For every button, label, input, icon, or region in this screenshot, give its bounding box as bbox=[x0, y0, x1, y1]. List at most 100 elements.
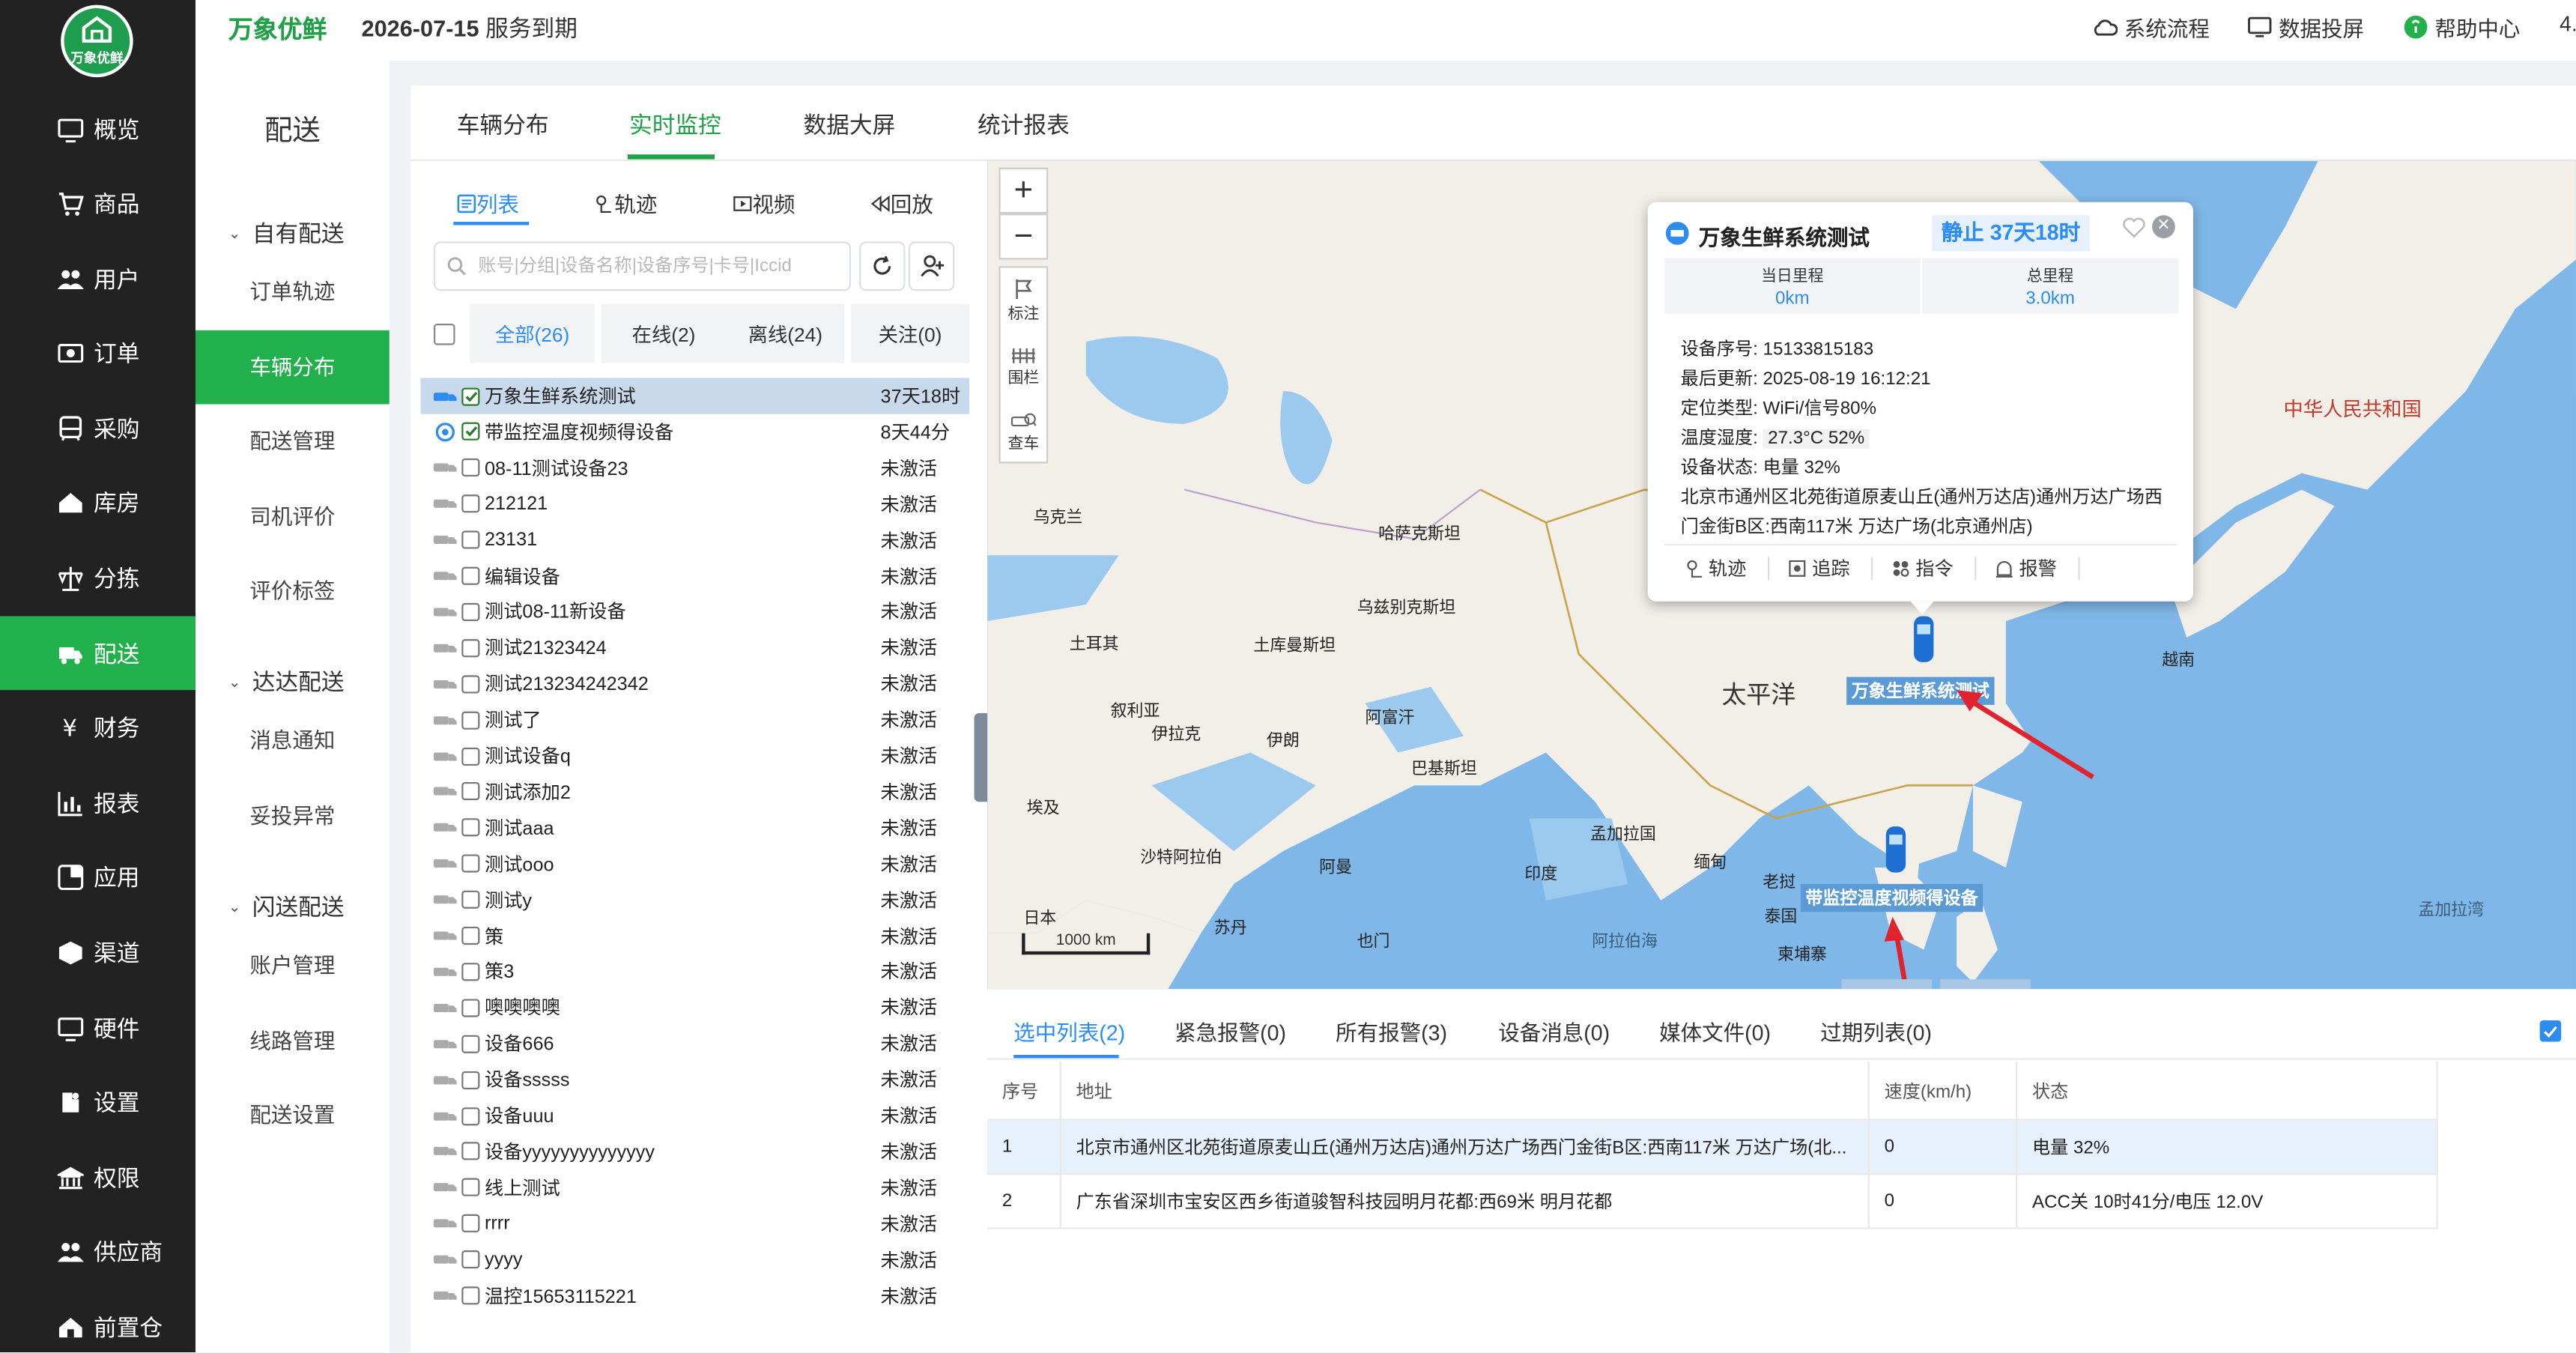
nav-item[interactable]: 用户 bbox=[0, 241, 196, 315]
device-row[interactable]: 万象生鲜系统测试 37天18时 bbox=[420, 378, 969, 414]
nav-item[interactable]: 分拣 bbox=[0, 541, 196, 615]
nav-item[interactable]: 配送 bbox=[0, 616, 196, 691]
btab-media-files[interactable]: 媒体文件(0) bbox=[1659, 1015, 1771, 1047]
submenu-item[interactable]: 评价标签 bbox=[196, 554, 390, 628]
device-checkbox[interactable] bbox=[461, 746, 480, 765]
action-follow[interactable]: 追踪 bbox=[1787, 555, 1850, 581]
close-icon[interactable]: ✕ bbox=[2152, 215, 2175, 239]
nav-item[interactable]: 报表 bbox=[0, 766, 196, 840]
device-checkbox[interactable] bbox=[461, 602, 480, 621]
nav-item[interactable]: ¥ 财务 bbox=[0, 690, 196, 764]
tab-vehicle-distribution[interactable]: 车辆分布 bbox=[457, 109, 549, 142]
nav-item[interactable]: 硬件 bbox=[0, 990, 196, 1065]
device-row[interactable]: 212121 未激活 bbox=[420, 486, 969, 522]
help-center-link[interactable]: 帮助中心 bbox=[2404, 11, 2520, 43]
nav-item[interactable]: 设置 bbox=[0, 1065, 196, 1139]
nav-item[interactable]: 应用 bbox=[0, 840, 196, 914]
device-row[interactable]: 测试ooo 未激活 bbox=[420, 846, 969, 882]
submenu-item[interactable]: 配送设置 bbox=[196, 1078, 390, 1152]
device-row[interactable]: 设备666 未激活 bbox=[420, 1026, 969, 1062]
btab-emergency[interactable]: 紧急报警(0) bbox=[1175, 1015, 1286, 1047]
btab-all-alarms[interactable]: 所有报警(3) bbox=[1336, 1015, 1447, 1047]
heart-icon[interactable] bbox=[2123, 217, 2146, 239]
device-row[interactable]: yyyy 未激活 bbox=[420, 1241, 969, 1277]
device-checkbox[interactable] bbox=[461, 962, 480, 981]
table-row[interactable]: 2 广东省深圳市宝安区西乡街道骏智科技园明月花都:西69米 明月花都 0 ACC关 1… bbox=[987, 1175, 2438, 1229]
device-checkbox[interactable] bbox=[461, 1178, 480, 1197]
submenu-item[interactable]: 线路管理 bbox=[196, 1004, 390, 1078]
table-row[interactable]: 1 北京市通州区北苑街道原麦山丘(通州万达店)通州万达广场西门金街B区:西南117… bbox=[987, 1120, 2438, 1175]
select-all-checkbox[interactable] bbox=[434, 324, 455, 345]
device-row[interactable]: 测试21323424 未激活 bbox=[420, 630, 969, 666]
device-checkbox[interactable] bbox=[461, 530, 480, 549]
action-command[interactable]: 指令 bbox=[1891, 555, 1954, 581]
submenu-group[interactable]: ⌄ 达达配送 bbox=[228, 665, 345, 698]
device-row[interactable]: 设备yyyyyyyyyyyyyy 未激活 bbox=[420, 1133, 969, 1169]
map-handle-up[interactable] bbox=[1841, 979, 1933, 990]
bottom-checkbox[interactable] bbox=[2539, 1020, 2562, 1042]
device-checkbox[interactable] bbox=[461, 1071, 480, 1089]
app-logo[interactable]: 万象优鲜 bbox=[61, 4, 133, 78]
device-checkbox[interactable] bbox=[461, 1286, 480, 1305]
filter-online[interactable]: 在线(2) bbox=[601, 303, 727, 363]
submenu-item[interactable]: 消息通知 bbox=[196, 703, 390, 778]
device-checkbox[interactable] bbox=[461, 1250, 480, 1269]
map-handle-down[interactable] bbox=[1940, 979, 2031, 990]
filter-offline[interactable]: 离线(24) bbox=[726, 303, 845, 363]
submenu-group[interactable]: ⌄ 闪送配送 bbox=[228, 891, 345, 924]
device-checkbox[interactable] bbox=[461, 782, 480, 801]
device-checkbox[interactable] bbox=[461, 1107, 480, 1125]
device-row[interactable]: 测试设备q 未激活 bbox=[420, 738, 969, 774]
submenu-item[interactable]: 妥投异常 bbox=[196, 779, 390, 853]
device-row[interactable]: 测试213234242342 未激活 bbox=[420, 666, 969, 702]
device-row[interactable]: 策3 未激活 bbox=[420, 954, 969, 990]
nav-item[interactable]: 库房 bbox=[0, 465, 196, 539]
nav-item[interactable]: 权限 bbox=[0, 1140, 196, 1214]
nav-item[interactable]: 商品 bbox=[0, 166, 196, 240]
device-row[interactable]: 温控15653115221 未激活 bbox=[420, 1277, 969, 1313]
device-checkbox[interactable] bbox=[461, 1035, 480, 1053]
submenu-item[interactable]: 车辆分布 bbox=[195, 330, 390, 405]
action-alarm[interactable]: 报警 bbox=[1995, 555, 2057, 581]
nav-item[interactable]: 概览 bbox=[0, 92, 196, 166]
view-tab-playback[interactable]: 回放 bbox=[870, 187, 933, 219]
device-row[interactable]: 编辑设备 未激活 bbox=[420, 558, 969, 594]
device-checkbox[interactable] bbox=[461, 1142, 480, 1161]
device-checkbox[interactable] bbox=[461, 458, 480, 477]
nav-item[interactable]: 渠道 bbox=[0, 915, 196, 990]
device-row[interactable]: 测试y 未激活 bbox=[420, 882, 969, 918]
device-checkbox[interactable] bbox=[461, 566, 480, 585]
device-checkbox[interactable] bbox=[461, 710, 480, 729]
device-row[interactable]: 噢噢噢噢 未激活 bbox=[420, 990, 969, 1026]
view-tab-list[interactable]: 列表 bbox=[457, 187, 519, 219]
device-row[interactable]: 设备uuu 未激活 bbox=[420, 1098, 969, 1133]
btab-expired[interactable]: 过期列表(0) bbox=[1820, 1015, 1932, 1047]
device-checkbox[interactable] bbox=[461, 423, 480, 441]
refresh-button[interactable] bbox=[859, 241, 906, 291]
submenu-group[interactable]: ⌄ 自有配送 bbox=[228, 217, 345, 250]
device-checkbox[interactable] bbox=[461, 638, 480, 657]
device-checkbox[interactable] bbox=[461, 926, 480, 945]
submenu-item[interactable]: 账户管理 bbox=[196, 928, 390, 1002]
add-user-button[interactable] bbox=[908, 241, 955, 291]
device-checkbox[interactable] bbox=[461, 387, 480, 405]
data-cast-link[interactable]: 数据投屏 bbox=[2247, 11, 2364, 43]
device-checkbox[interactable] bbox=[461, 494, 480, 513]
btab-device-messages[interactable]: 设备消息(0) bbox=[1498, 1015, 1610, 1047]
device-row[interactable]: 测试aaa 未激活 bbox=[420, 810, 969, 846]
tab-realtime-monitor[interactable]: 实时监控 bbox=[629, 109, 721, 142]
filter-followed[interactable]: 关注(0) bbox=[851, 303, 969, 363]
filter-all[interactable]: 全部(26) bbox=[470, 303, 595, 363]
tab-statistics[interactable]: 统计报表 bbox=[978, 109, 1070, 142]
submenu-item[interactable]: 司机评价 bbox=[196, 479, 390, 554]
device-row[interactable]: 测试了 未激活 bbox=[420, 702, 969, 738]
nav-item[interactable]: 订单 bbox=[0, 315, 196, 390]
view-tab-track[interactable]: 轨迹 bbox=[595, 187, 657, 219]
device-row[interactable]: 测试08-11新设备 未激活 bbox=[420, 594, 969, 630]
nav-item[interactable]: 采购 bbox=[0, 391, 196, 465]
system-flow-link[interactable]: 系统流程 bbox=[2093, 11, 2210, 43]
device-checkbox[interactable] bbox=[461, 890, 480, 909]
view-tab-video[interactable]: 视频 bbox=[733, 187, 795, 219]
action-track[interactable]: 轨迹 bbox=[1684, 555, 1746, 581]
device-checkbox[interactable] bbox=[461, 854, 480, 874]
